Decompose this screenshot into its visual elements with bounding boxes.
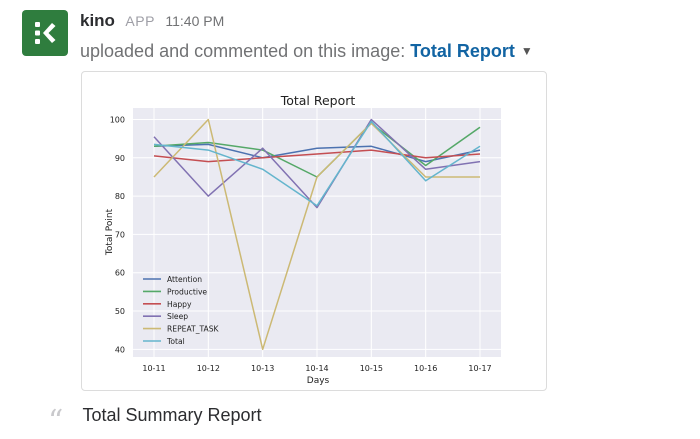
legend-label: Sleep — [167, 312, 188, 321]
message-header: kino APP 11:40 PM — [80, 11, 224, 35]
quote-icon: “ — [48, 404, 64, 439]
line-chart: 40 50 60 70 80 90 100 10-11 10-12 10-13 10-14 10-15… — [105, 93, 501, 386]
x-tick-label: 10-14 — [305, 364, 328, 373]
x-axis-label: Days — [307, 376, 330, 386]
file-comment: “ Total Summary Report — [48, 404, 262, 439]
y-tick-label: 80 — [115, 192, 125, 201]
legend-label: Total — [166, 337, 185, 346]
x-tick-label: 10-17 — [468, 364, 491, 373]
image-attachment[interactable]: 40 50 60 70 80 90 100 10-11 10-12 10-13 10-14 10-15… — [81, 71, 547, 391]
upload-notice: uploaded and commented on this image: To… — [80, 41, 533, 62]
author-name[interactable]: kino — [80, 11, 115, 30]
y-tick-label: 40 — [115, 345, 125, 354]
x-tick-label: 10-11 — [142, 364, 165, 373]
x-tick-label: 10-15 — [360, 364, 383, 373]
comment-text: Total Summary Report — [82, 405, 262, 425]
y-tick-label: 90 — [115, 154, 125, 163]
message-timestamp[interactable]: 11:40 PM — [165, 13, 224, 29]
legend-label: Productive — [167, 287, 207, 296]
chart-title: Total Report — [280, 93, 356, 108]
upload-notice-text: uploaded and commented on this image: — [80, 41, 411, 61]
app-badge: APP — [125, 13, 155, 29]
legend-label: REPEAT_TASK — [167, 325, 220, 334]
kino-logo-icon — [35, 22, 56, 44]
app-avatar[interactable] — [22, 10, 68, 56]
y-tick-label: 70 — [115, 230, 125, 239]
y-tick-label: 50 — [115, 307, 125, 316]
y-axis-label: Total Point — [105, 208, 115, 256]
legend-label: Happy — [167, 300, 192, 309]
x-tick-label: 10-13 — [251, 364, 274, 373]
file-title-link[interactable]: Total Report — [410, 41, 515, 61]
legend-label: Attention — [167, 275, 202, 284]
y-tick-label: 60 — [115, 269, 125, 278]
x-tick-label: 10-16 — [414, 364, 437, 373]
x-tick-label: 10-12 — [197, 364, 220, 373]
chevron-down-icon[interactable]: ▼ — [521, 44, 533, 58]
y-tick-label: 100 — [110, 115, 125, 124]
